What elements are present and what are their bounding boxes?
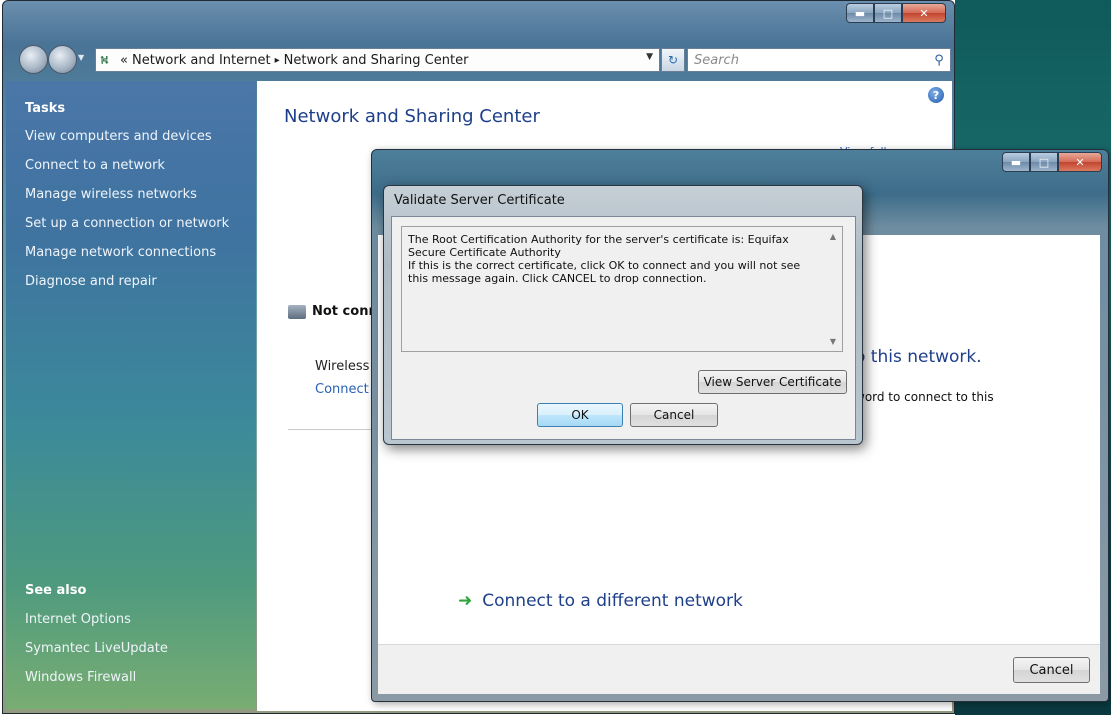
forward-button[interactable] <box>48 45 77 74</box>
address-bar[interactable]: ⛕ « Network and Internet ▸ Network and S… <box>95 48 660 72</box>
dialog-body: The Root Certification Authority for the… <box>391 216 856 440</box>
page-title: Network and Sharing Center <box>284 106 540 127</box>
close-button[interactable]: ✕ <box>1058 152 1102 172</box>
see-also-symantec-liveupdate[interactable]: Symantec LiveUpdate <box>25 641 168 656</box>
scroll-up-icon[interactable]: ▲ <box>830 232 836 241</box>
minimize-icon: ▬ <box>1010 155 1022 169</box>
task-manage-wireless[interactable]: Manage wireless networks <box>25 187 197 202</box>
help-icon[interactable]: ? <box>928 87 944 103</box>
maximize-icon: □ <box>882 6 894 20</box>
password-instruction: word to connect to this <box>855 390 994 404</box>
task-setup-connection[interactable]: Set up a connection or network <box>25 216 229 231</box>
network-disconnected-icon <box>288 304 306 319</box>
connect-different-network-label: Connect to a different network <box>482 591 743 611</box>
refresh-icon: ↻ <box>667 53 679 67</box>
see-also-windows-firewall[interactable]: Windows Firewall <box>25 670 136 685</box>
minimize-button[interactable]: ▬ <box>846 3 874 23</box>
refresh-button[interactable]: ↻ <box>661 48 685 72</box>
connect-different-network-link[interactable]: ➜ Connect to a different network <box>458 591 743 611</box>
not-connected-status: Not conn <box>288 304 378 319</box>
ok-button[interactable]: OK <box>537 403 623 427</box>
wireless-status-text: Wireless r <box>315 359 379 374</box>
task-diagnose-repair[interactable]: Diagnose and repair <box>25 274 157 289</box>
network-heading: o this network. <box>855 347 982 367</box>
breadcrumb-network-sharing-center[interactable]: Network and Sharing Center <box>284 53 469 68</box>
certificate-message-box[interactable]: The Root Certification Authority for the… <box>401 226 843 352</box>
search-input[interactable]: Search ⚲ <box>687 48 951 72</box>
maximize-button[interactable]: □ <box>1030 152 1058 172</box>
see-also-header: See also <box>25 583 87 598</box>
dialog-title: Validate Server Certificate <box>394 193 565 208</box>
window-controls: ▬ □ ✕ <box>846 3 946 23</box>
connect-to-network-link[interactable]: Connect t <box>315 382 378 397</box>
task-manage-connections[interactable]: Manage network connections <box>25 245 216 260</box>
not-connected-label: Not conn <box>312 304 378 319</box>
maximize-button[interactable]: □ <box>874 3 902 23</box>
close-icon: ✕ <box>919 6 929 20</box>
close-button[interactable]: ✕ <box>902 3 946 23</box>
minimize-button[interactable]: ▬ <box>1002 152 1030 172</box>
back-button[interactable] <box>19 45 48 74</box>
network-icon: ⛕ <box>100 53 109 67</box>
see-also-internet-options[interactable]: Internet Options <box>25 612 131 627</box>
address-dropdown-icon[interactable]: ▼ <box>646 52 653 62</box>
task-pane: Tasks View computers and devices Connect… <box>6 81 256 709</box>
recent-pages-dropdown-icon[interactable]: ▼ <box>78 53 84 62</box>
tasks-header: Tasks <box>25 101 66 116</box>
cancel-button[interactable]: Cancel <box>1013 657 1090 683</box>
minimize-icon: ▬ <box>854 6 866 20</box>
maximize-icon: □ <box>1038 155 1050 169</box>
connect-window-footer: Cancel <box>378 644 1100 694</box>
scroll-down-icon[interactable]: ▼ <box>830 337 836 346</box>
search-placeholder: Search <box>694 52 739 68</box>
view-server-certificate-button[interactable]: View Server Certificate <box>698 370 847 394</box>
address-overflow[interactable]: « <box>120 53 128 68</box>
certificate-message: The Root Certification Authority for the… <box>408 233 801 285</box>
arrow-right-icon: ➜ <box>458 591 473 611</box>
validate-certificate-dialog: Validate Server Certificate The Root Cer… <box>383 185 863 445</box>
breadcrumb-network-and-internet[interactable]: Network and Internet <box>132 53 271 68</box>
cancel-button[interactable]: Cancel <box>630 403 718 427</box>
address-toolbar: ▼ ⛕ « Network and Internet ▸ Network and… <box>3 35 954 77</box>
window-controls: ▬ □ ✕ <box>1002 152 1102 172</box>
breadcrumb-separator[interactable]: ▸ <box>275 55 280 66</box>
close-icon: ✕ <box>1075 155 1085 169</box>
search-icon[interactable]: ⚲ <box>928 49 950 71</box>
task-connect-to-network[interactable]: Connect to a network <box>25 158 165 173</box>
task-view-computers[interactable]: View computers and devices <box>25 129 212 144</box>
